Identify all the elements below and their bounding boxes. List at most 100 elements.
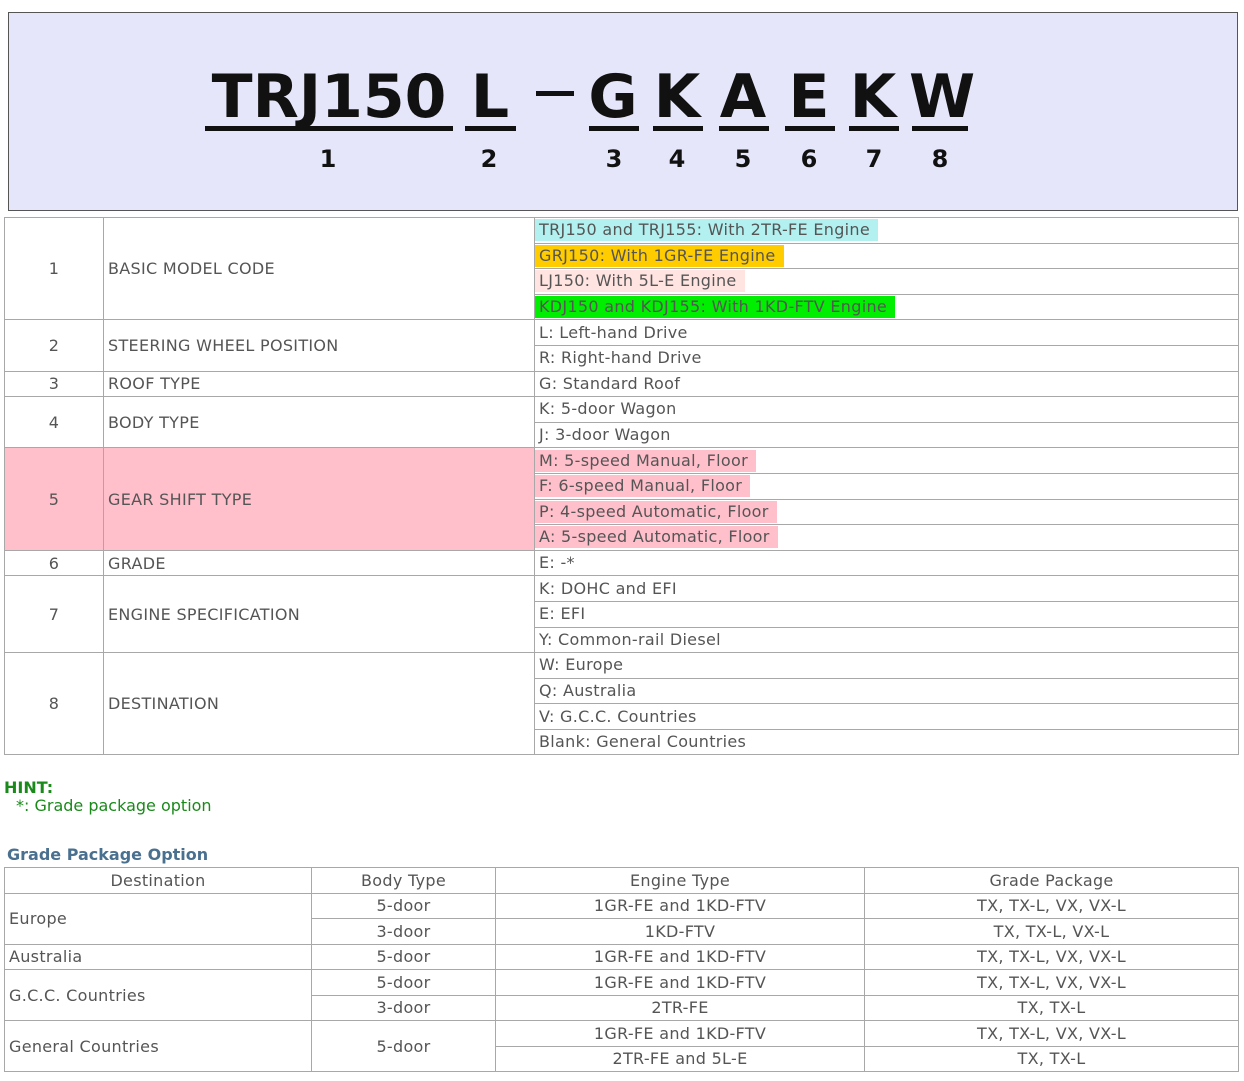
model-code-banner: TRJ150 L G K A E K W 1 2 3 4 5 6 7 8	[8, 12, 1238, 211]
engine-type-cell: 1GR-FE and 1KD-FTV	[495, 943, 865, 970]
code-option-cell: R: Right-hand Drive	[534, 344, 1239, 372]
header-engine-type: Engine Type	[495, 867, 865, 894]
code-underline-4	[653, 126, 703, 131]
model-code-table: 1 BASIC MODEL CODE TRJ150 and TRJ155: With…	[4, 216, 1239, 756]
code-row: 4 BODY TYPE K: 5-door Wagon	[4, 396, 1239, 449]
hint-text: *: Grade package option	[16, 796, 212, 815]
code-name-cell: DESTINATION	[103, 652, 535, 756]
code-option-text: K: 5-door Wagon	[539, 399, 677, 419]
code-option-text: TRJ150 and TRJ155: With 2TR-FE Engine	[535, 219, 878, 242]
code-row: 8 DESTINATION W: Europe	[4, 652, 1239, 756]
code-row: 1 BASIC MODEL CODE TRJ150 and TRJ155: With…	[4, 216, 1239, 321]
code-part-1: TRJ150	[211, 62, 447, 132]
engine-type-cell: 1GR-FE and 1KD-FTV	[495, 892, 865, 919]
code-row: 5 GEAR SHIFT TYPE M: 5-speed Manual, Floor	[4, 447, 1239, 551]
code-option-text: Q: Australia	[539, 680, 637, 700]
code-option-cell: J: 3-door Wagon	[534, 421, 1239, 449]
code-part-4: K	[653, 62, 701, 132]
grade-package-row: G.C.C. Countries 5-door 1GR-FE and 1KD-FTV…	[4, 969, 1239, 1021]
code-option-text: LJ150: With 5L-E Engine	[535, 270, 745, 293]
code-option-cell: M: 5-speed Manual, Floor	[534, 447, 1239, 474]
code-option-text: E: EFI	[539, 604, 586, 624]
code-option-cell: G: Standard Roof	[534, 370, 1239, 398]
engine-type-cell: 2TR-FE and 5L-E	[495, 1045, 865, 1072]
code-option-cell: V: G.C.C. Countries	[534, 703, 1239, 730]
grade-package-cell: TX, TX-L	[864, 994, 1239, 1021]
engine-type-cell: 1GR-FE and 1KD-FTV	[495, 969, 865, 996]
code-row: 2 STEERING WHEEL POSITION L: Left-hand Dri…	[4, 319, 1239, 372]
code-option-cell: Y: Common-rail Diesel	[534, 626, 1239, 654]
code-part-6: E	[788, 62, 830, 132]
code-position-cell: 2	[4, 319, 104, 372]
code-option-text: KDJ150 and KDJ155: With 1KD-FTV Engine	[535, 296, 896, 319]
destination-cell: G.C.C. Countries	[4, 969, 312, 1021]
code-underline-6	[785, 126, 835, 131]
code-option-cell: F: 6-speed Manual, Floor	[534, 472, 1239, 500]
code-option-text: E: -*	[539, 553, 575, 573]
code-option-text: P: 4-speed Automatic, Floor	[535, 500, 777, 523]
code-underline-8	[912, 126, 968, 131]
code-option-text: R: Right-hand Drive	[539, 348, 702, 368]
code-option-cell: E: -*	[534, 549, 1239, 577]
body-type-cell: 3-door	[311, 994, 496, 1021]
code-option-cell: A: 5-speed Automatic, Floor	[534, 524, 1239, 551]
code-part-2: L	[470, 62, 510, 132]
code-row: 3 ROOF TYPE G: Standard Roof	[4, 370, 1239, 398]
code-option-cell: Blank: General Countries	[534, 728, 1239, 756]
engine-type-cell: 1GR-FE and 1KD-FTV	[495, 1020, 865, 1047]
code-name-cell: GEAR SHIFT TYPE	[103, 447, 535, 551]
code-option-text: Blank: General Countries	[539, 732, 747, 752]
code-underline-7	[849, 126, 899, 131]
code-option-cell: K: 5-door Wagon	[534, 396, 1239, 423]
code-option-cell: P: 4-speed Automatic, Floor	[534, 498, 1239, 526]
grade-package-cell: TX, TX-L	[864, 1045, 1239, 1072]
grade-package-title: Grade Package Option	[7, 845, 209, 864]
code-option-text: V: G.C.C. Countries	[539, 706, 697, 726]
header-destination: Destination	[4, 867, 312, 894]
code-option-text: K: DOHC and EFI	[539, 578, 677, 598]
code-part-5: A	[719, 62, 767, 132]
code-position-cell: 5	[4, 447, 104, 551]
code-option-text: GRJ150: With 1GR-FE Engine	[535, 244, 784, 267]
grade-package-cell: TX, TX-L, VX, VX-L	[864, 943, 1239, 970]
destination-cell: Australia	[4, 943, 312, 970]
grade-package-row: Australia 5-door 1GR-FE and 1KD-FTV TX, TX-…	[4, 943, 1239, 970]
grade-package-header-row: Destination Body Type Engine Type Grade …	[4, 867, 1239, 894]
engine-type-cell: 1KD-FTV	[495, 918, 865, 945]
position-number-2: 2	[480, 145, 498, 173]
code-option-text: G: Standard Roof	[539, 373, 681, 393]
position-number-5: 5	[734, 145, 752, 173]
grade-package-cell: TX, TX-L, VX, VX-L	[864, 1020, 1239, 1047]
code-position-cell: 6	[4, 549, 104, 577]
code-underline-3	[589, 126, 639, 131]
hint-title: HINT:	[4, 778, 54, 797]
code-part-7: K	[849, 62, 897, 132]
code-option-cell: GRJ150: With 1GR-FE Engine	[534, 242, 1239, 270]
code-underline-1	[205, 126, 453, 131]
code-position-cell: 1	[4, 216, 104, 321]
position-number-6: 6	[800, 145, 818, 173]
grade-package-cell: TX, TX-L, VX-L	[864, 918, 1239, 945]
body-type-cell: 5-door	[311, 943, 496, 970]
code-part-3: G	[588, 62, 638, 132]
grade-package-cell: TX, TX-L, VX, VX-L	[864, 892, 1239, 919]
code-position-cell: 3	[4, 370, 104, 398]
model-code-table-body: 1 BASIC MODEL CODE TRJ150 and TRJ155: With…	[4, 216, 1239, 756]
code-option-cell: K: DOHC and EFI	[534, 575, 1239, 602]
code-position-cell: 7	[4, 575, 104, 654]
code-name-cell: ROOF TYPE	[103, 370, 535, 398]
code-name-cell: BODY TYPE	[103, 396, 535, 449]
code-option-cell: LJ150: With 5L-E Engine	[534, 268, 1239, 295]
destination-cell: Europe	[4, 892, 312, 945]
body-type-cell: 5-door	[311, 1020, 496, 1072]
code-option-cell: W: Europe	[534, 652, 1239, 679]
code-name-cell: BASIC MODEL CODE	[103, 216, 535, 321]
code-name-cell: ENGINE SPECIFICATION	[103, 575, 535, 654]
position-number-3: 3	[605, 145, 623, 173]
grade-package-row: Europe 5-door 1GR-FE and 1KD-FTV TX, TX-L, …	[4, 892, 1239, 945]
destination-cell: General Countries	[4, 1020, 312, 1072]
code-underline-2	[465, 126, 516, 131]
code-part-8: W	[909, 62, 976, 132]
code-underline-5	[719, 126, 769, 131]
header-grade-package: Grade Package	[864, 867, 1239, 894]
